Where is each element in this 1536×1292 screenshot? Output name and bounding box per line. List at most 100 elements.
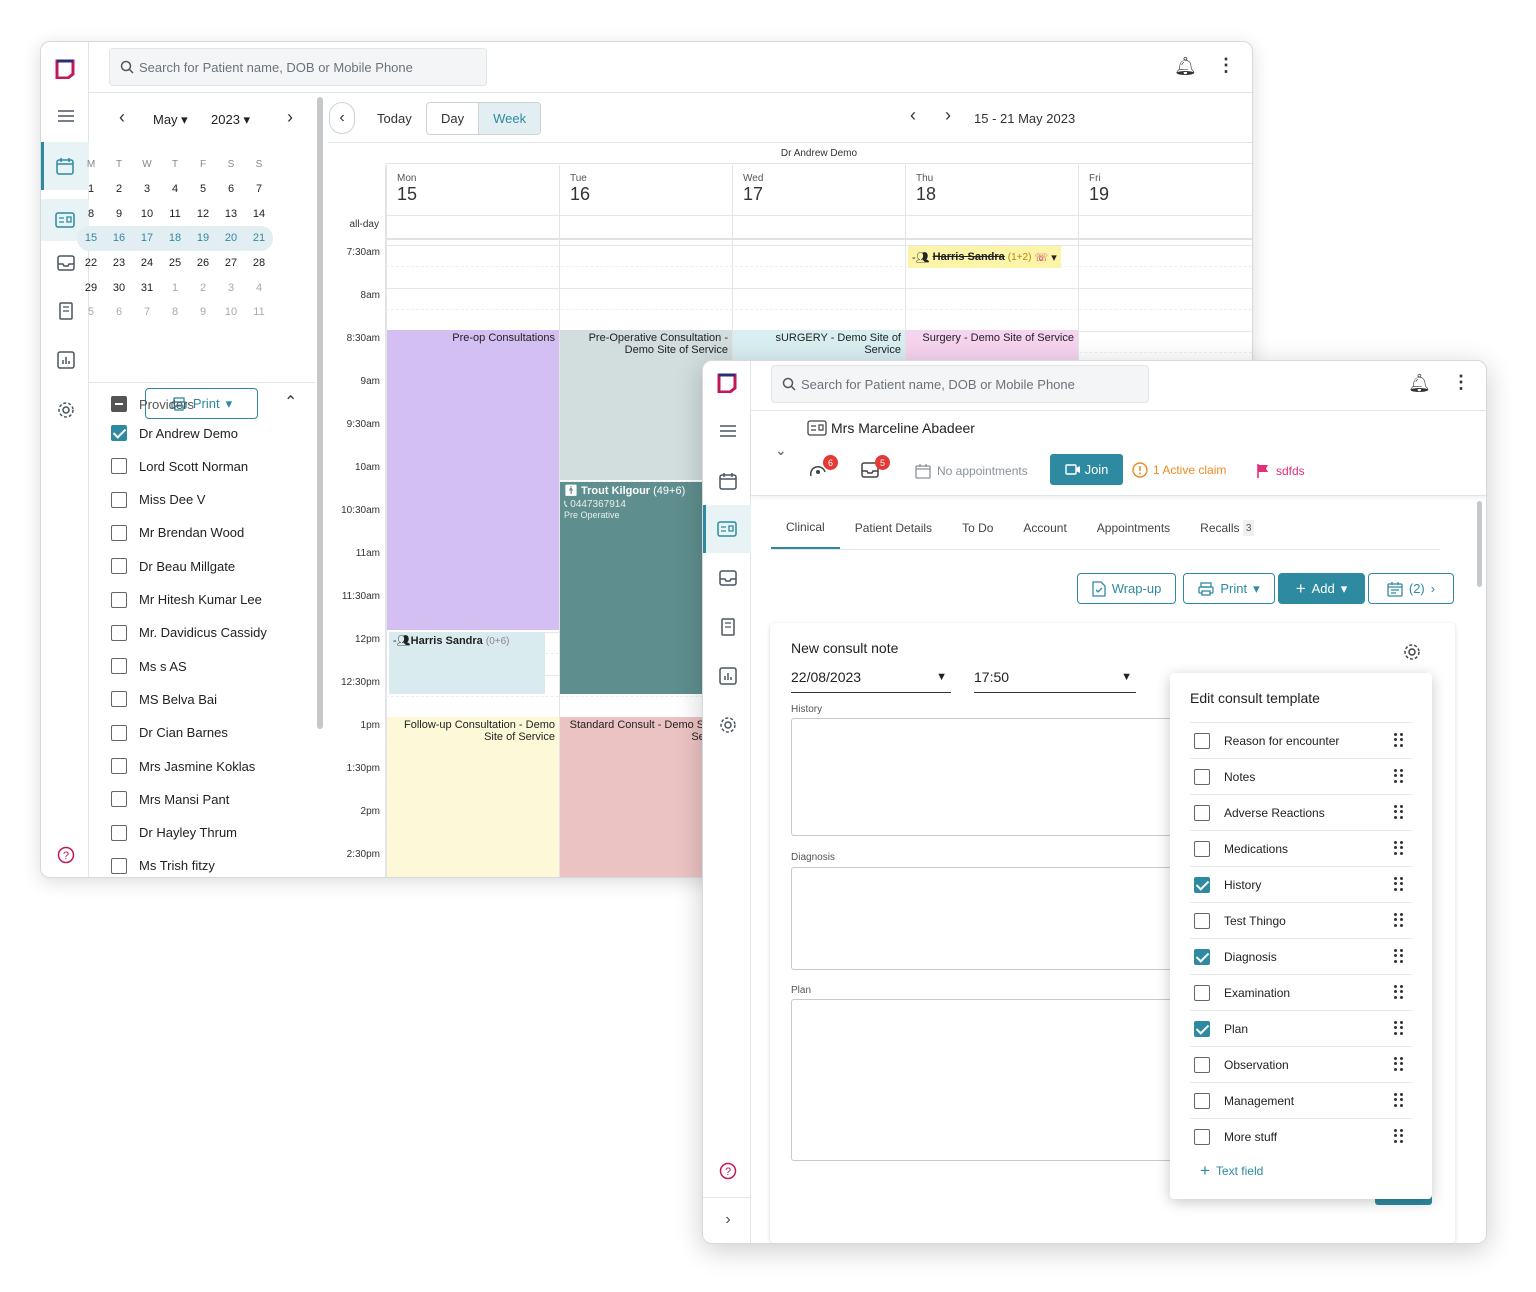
template-item-checkbox[interactable] xyxy=(1194,840,1210,857)
provider-item[interactable]: Lord Scott Norman xyxy=(111,458,248,475)
provider-item[interactable]: MS Belva Bai xyxy=(111,691,217,708)
app-logo[interactable] xyxy=(55,59,75,79)
day-cell[interactable]: 14 xyxy=(245,208,273,220)
event-preop-mon[interactable]: Pre-op Consultations xyxy=(387,330,559,630)
day-cell[interactable]: 20 xyxy=(217,232,245,244)
add-text-field-button[interactable]: + Text field xyxy=(1200,1161,1263,1181)
template-item-checkbox[interactable] xyxy=(1194,1128,1210,1145)
reports-icon[interactable] xyxy=(715,663,741,689)
event-surgery-thu[interactable]: Surgery - Demo Site of Service xyxy=(906,330,1078,360)
day-cell[interactable]: 21 xyxy=(245,232,273,244)
template-item[interactable]: Management xyxy=(1190,1082,1412,1118)
template-item-checkbox[interactable] xyxy=(1194,1020,1210,1037)
day-cell[interactable]: 4 xyxy=(245,282,273,294)
next-month-icon[interactable]: › xyxy=(287,107,293,128)
tab-account[interactable]: Account xyxy=(1008,507,1081,549)
patient-card-icon[interactable] xyxy=(703,505,751,553)
join-video-button[interactable]: Join xyxy=(1050,454,1123,485)
event-dropdown-icon[interactable]: ▾ xyxy=(1051,251,1057,264)
day-cell[interactable]: 6 xyxy=(105,306,133,318)
inbox-icon[interactable] xyxy=(53,250,79,276)
day-cell[interactable]: 11 xyxy=(245,306,273,318)
template-settings-gear-icon[interactable] xyxy=(1403,643,1421,664)
help-icon[interactable]: ? xyxy=(715,1158,741,1184)
drag-handle-icon[interactable] xyxy=(1394,913,1404,927)
day-cell[interactable]: 27 xyxy=(217,257,245,269)
patient-flag[interactable]: sdfds xyxy=(1256,463,1305,478)
day-cell[interactable]: 5 xyxy=(77,306,105,318)
active-claim-link[interactable]: 1 Active claim xyxy=(1132,462,1226,478)
add-button[interactable]: + Add ▾ xyxy=(1278,573,1365,604)
provider-item[interactable]: Mr Hitesh Kumar Lee xyxy=(111,591,262,608)
history-textarea[interactable] xyxy=(791,718,1191,836)
tab-appointments[interactable]: Appointments xyxy=(1082,507,1185,549)
date-select[interactable]: 22/08/2023 ▼ xyxy=(791,669,951,693)
day-cell[interactable]: 31 xyxy=(133,282,161,294)
tab-to-do[interactable]: To Do xyxy=(947,507,1008,549)
provider-checkbox[interactable] xyxy=(111,758,127,774)
patient-search-input[interactable]: Search for Patient name, DOB or Mobile P… xyxy=(771,365,1149,403)
day-cell[interactable]: 3 xyxy=(217,282,245,294)
print-button[interactable]: Print ▾ xyxy=(1183,573,1275,604)
year-select[interactable]: 2023 ▾ xyxy=(211,112,250,128)
day-cell[interactable]: 4 xyxy=(161,183,189,195)
day-cell[interactable]: 13 xyxy=(217,208,245,220)
drag-handle-icon[interactable] xyxy=(1394,733,1404,747)
more-menu-icon[interactable]: ⋮ xyxy=(1452,372,1470,393)
provider-item[interactable]: Dr Cian Barnes xyxy=(111,724,228,741)
template-item-checkbox[interactable] xyxy=(1194,768,1210,785)
template-item[interactable]: More stuff xyxy=(1190,1118,1412,1154)
template-item-checkbox[interactable] xyxy=(1194,1056,1210,1073)
day-cell[interactable]: 16 xyxy=(105,232,133,244)
help-icon[interactable]: ? xyxy=(53,842,79,868)
day-cell[interactable]: 17 xyxy=(133,232,161,244)
provider-checkbox[interactable] xyxy=(111,791,127,808)
collapse-sidebar-button[interactable]: ‹ xyxy=(329,102,355,134)
day-header[interactable]: Tue 16 xyxy=(559,165,732,215)
alarm-bell-icon[interactable]: 🔔︎ xyxy=(1408,373,1431,394)
day-cell[interactable]: 23 xyxy=(105,257,133,269)
day-cell[interactable]: 9 xyxy=(105,208,133,220)
day-cell[interactable]: 2 xyxy=(105,183,133,195)
event-harris-thu[interactable]: -👥︎ Harris Sandra (1+2) ☏ ▾ xyxy=(908,246,1061,268)
template-item-checkbox[interactable] xyxy=(1194,948,1210,965)
reports-icon[interactable] xyxy=(53,347,79,373)
provider-checkbox[interactable] xyxy=(111,658,127,675)
drag-handle-icon[interactable] xyxy=(1394,769,1404,783)
template-item[interactable]: Notes xyxy=(1190,758,1412,794)
day-cell[interactable]: 2 xyxy=(189,282,217,294)
settings-gear-icon[interactable] xyxy=(53,397,79,423)
drag-handle-icon[interactable] xyxy=(1394,1093,1404,1107)
patient-search-input[interactable]: Search for Patient name, DOB or Mobile P… xyxy=(109,48,487,86)
drag-handle-icon[interactable] xyxy=(1394,1057,1404,1071)
day-cell[interactable]: 1 xyxy=(161,282,189,294)
provider-checkbox[interactable] xyxy=(111,857,127,874)
patient-scrollbar[interactable] xyxy=(1477,501,1482,587)
day-cell[interactable]: 7 xyxy=(245,183,273,195)
tab-clinical[interactable]: Clinical xyxy=(771,507,840,549)
day-cell[interactable]: 10 xyxy=(133,208,161,220)
day-header[interactable]: Thu 18 xyxy=(905,165,1078,215)
provider-checkbox[interactable] xyxy=(111,724,127,741)
day-cell[interactable]: 5 xyxy=(189,183,217,195)
provider-checkbox[interactable] xyxy=(111,491,127,508)
list-icon[interactable] xyxy=(715,418,741,444)
notebook-icon[interactable] xyxy=(53,298,79,324)
day-cell[interactable]: 29 xyxy=(77,282,105,294)
event-surgery-wed[interactable]: sURGERY - Demo Site of Service xyxy=(733,330,905,360)
providers-select-all-checkbox[interactable] xyxy=(111,396,127,412)
template-item[interactable]: Test Thingo xyxy=(1190,902,1412,938)
tab-recalls[interactable]: Recalls 3 xyxy=(1185,507,1269,549)
list-icon[interactable] xyxy=(53,103,79,129)
template-item-checkbox[interactable] xyxy=(1194,804,1210,821)
day-header[interactable]: Mon 15 xyxy=(386,165,559,215)
day-cell[interactable]: 19 xyxy=(189,232,217,244)
drag-handle-icon[interactable] xyxy=(1394,949,1404,963)
day-cell[interactable]: 28 xyxy=(245,257,273,269)
prev-month-icon[interactable]: ‹ xyxy=(119,107,125,128)
provider-item[interactable]: Dr Hayley Thrum xyxy=(111,824,237,841)
day-cell[interactable]: 18 xyxy=(161,232,189,244)
app-logo[interactable] xyxy=(717,373,737,393)
day-cell[interactable]: 1 xyxy=(77,183,105,195)
week-view-button[interactable]: Week xyxy=(478,103,541,134)
